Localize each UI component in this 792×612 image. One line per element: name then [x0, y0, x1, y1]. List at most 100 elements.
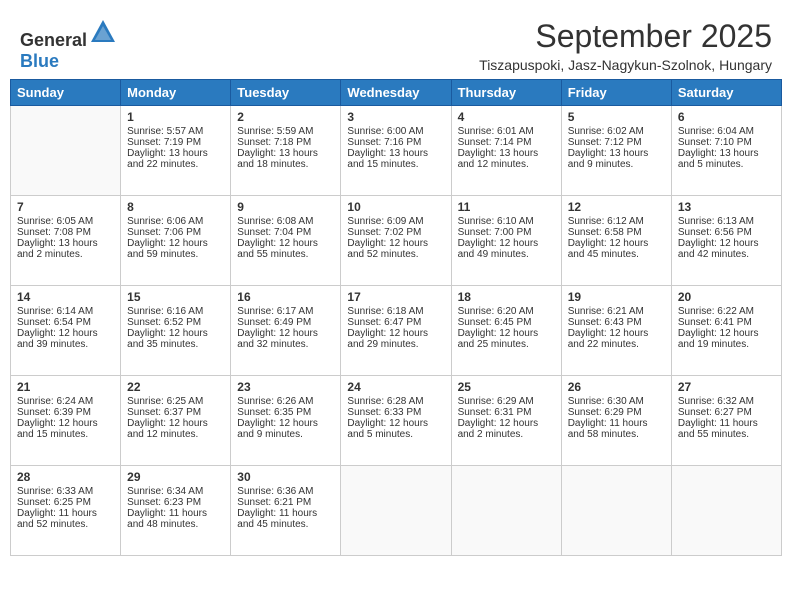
- calendar-cell: 26Sunrise: 6:30 AMSunset: 6:29 PMDayligh…: [561, 376, 671, 466]
- day-info: Daylight: 11 hours: [678, 418, 775, 429]
- day-info: Daylight: 13 hours: [17, 238, 114, 249]
- day-info: Sunset: 6:31 PM: [458, 407, 555, 418]
- calendar-cell: 10Sunrise: 6:09 AMSunset: 7:02 PMDayligh…: [341, 196, 451, 286]
- day-info: Sunset: 6:49 PM: [237, 317, 334, 328]
- day-info: and 49 minutes.: [458, 249, 555, 260]
- day-info: and 15 minutes.: [347, 159, 444, 170]
- day-number: 18: [458, 290, 555, 304]
- logo-general: General: [20, 30, 87, 50]
- day-number: 19: [568, 290, 665, 304]
- day-number: 2: [237, 110, 334, 124]
- day-info: Sunset: 7:14 PM: [458, 137, 555, 148]
- logo-icon: [89, 18, 117, 46]
- calendar-cell: 28Sunrise: 6:33 AMSunset: 6:25 PMDayligh…: [11, 466, 121, 556]
- calendar-cell: 21Sunrise: 6:24 AMSunset: 6:39 PMDayligh…: [11, 376, 121, 466]
- day-info: Sunrise: 6:30 AM: [568, 396, 665, 407]
- calendar-week-4: 21Sunrise: 6:24 AMSunset: 6:39 PMDayligh…: [11, 376, 782, 466]
- day-info: Sunrise: 6:28 AM: [347, 396, 444, 407]
- day-number: 21: [17, 380, 114, 394]
- page-header: General Blue September 2025 Tiszapuspoki…: [10, 10, 782, 73]
- day-info: and 22 minutes.: [127, 159, 224, 170]
- day-info: Sunset: 7:08 PM: [17, 227, 114, 238]
- calendar-cell: [561, 466, 671, 556]
- calendar-cell: 23Sunrise: 6:26 AMSunset: 6:35 PMDayligh…: [231, 376, 341, 466]
- calendar-week-2: 7Sunrise: 6:05 AMSunset: 7:08 PMDaylight…: [11, 196, 782, 286]
- day-info: Sunrise: 6:16 AM: [127, 306, 224, 317]
- day-info: Daylight: 12 hours: [458, 418, 555, 429]
- day-number: 25: [458, 380, 555, 394]
- calendar-header-monday: Monday: [121, 80, 231, 106]
- day-info: Sunrise: 6:33 AM: [17, 486, 114, 497]
- logo-blue: Blue: [20, 51, 59, 71]
- day-info: Daylight: 11 hours: [568, 418, 665, 429]
- calendar-cell: 18Sunrise: 6:20 AMSunset: 6:45 PMDayligh…: [451, 286, 561, 376]
- day-number: 26: [568, 380, 665, 394]
- day-number: 10: [347, 200, 444, 214]
- day-info: Sunrise: 5:57 AM: [127, 126, 224, 137]
- day-info: Sunset: 7:18 PM: [237, 137, 334, 148]
- calendar-header-wednesday: Wednesday: [341, 80, 451, 106]
- day-number: 13: [678, 200, 775, 214]
- calendar-cell: 4Sunrise: 6:01 AMSunset: 7:14 PMDaylight…: [451, 106, 561, 196]
- day-info: Daylight: 12 hours: [458, 238, 555, 249]
- day-info: Daylight: 12 hours: [678, 328, 775, 339]
- day-info: Sunset: 6:58 PM: [568, 227, 665, 238]
- logo-text: General Blue: [20, 18, 117, 72]
- day-info: Daylight: 13 hours: [678, 148, 775, 159]
- day-info: Sunset: 6:25 PM: [17, 497, 114, 508]
- day-info: and 52 minutes.: [347, 249, 444, 260]
- day-number: 3: [347, 110, 444, 124]
- day-info: Sunset: 6:37 PM: [127, 407, 224, 418]
- day-info: Sunset: 7:04 PM: [237, 227, 334, 238]
- day-info: Sunrise: 6:34 AM: [127, 486, 224, 497]
- day-info: Sunrise: 6:13 AM: [678, 216, 775, 227]
- day-info: and 2 minutes.: [458, 429, 555, 440]
- day-info: Daylight: 12 hours: [237, 328, 334, 339]
- day-info: Daylight: 12 hours: [17, 328, 114, 339]
- day-number: 5: [568, 110, 665, 124]
- month-title: September 2025: [479, 18, 772, 55]
- calendar-week-1: 1Sunrise: 5:57 AMSunset: 7:19 PMDaylight…: [11, 106, 782, 196]
- day-number: 1: [127, 110, 224, 124]
- calendar-cell: 11Sunrise: 6:10 AMSunset: 7:00 PMDayligh…: [451, 196, 561, 286]
- day-info: Sunset: 7:06 PM: [127, 227, 224, 238]
- day-info: and 55 minutes.: [237, 249, 334, 260]
- day-number: 14: [17, 290, 114, 304]
- day-info: Sunset: 6:21 PM: [237, 497, 334, 508]
- day-info: and 58 minutes.: [568, 429, 665, 440]
- calendar-header-row: SundayMondayTuesdayWednesdayThursdayFrid…: [11, 80, 782, 106]
- day-info: and 19 minutes.: [678, 339, 775, 350]
- day-number: 23: [237, 380, 334, 394]
- day-info: Sunrise: 6:17 AM: [237, 306, 334, 317]
- day-info: and 48 minutes.: [127, 519, 224, 530]
- day-info: and 42 minutes.: [678, 249, 775, 260]
- day-info: Sunrise: 6:12 AM: [568, 216, 665, 227]
- day-number: 12: [568, 200, 665, 214]
- day-info: and 55 minutes.: [678, 429, 775, 440]
- day-number: 30: [237, 470, 334, 484]
- day-info: Daylight: 11 hours: [127, 508, 224, 519]
- day-info: Sunrise: 6:04 AM: [678, 126, 775, 137]
- calendar-week-5: 28Sunrise: 6:33 AMSunset: 6:25 PMDayligh…: [11, 466, 782, 556]
- calendar-cell: 12Sunrise: 6:12 AMSunset: 6:58 PMDayligh…: [561, 196, 671, 286]
- day-info: and 29 minutes.: [347, 339, 444, 350]
- day-info: and 18 minutes.: [237, 159, 334, 170]
- logo: General Blue: [20, 18, 117, 72]
- day-number: 8: [127, 200, 224, 214]
- calendar-cell: 9Sunrise: 6:08 AMSunset: 7:04 PMDaylight…: [231, 196, 341, 286]
- day-info: and 15 minutes.: [17, 429, 114, 440]
- day-info: Daylight: 12 hours: [347, 328, 444, 339]
- day-info: Sunset: 6:43 PM: [568, 317, 665, 328]
- day-number: 29: [127, 470, 224, 484]
- calendar-cell: 1Sunrise: 5:57 AMSunset: 7:19 PMDaylight…: [121, 106, 231, 196]
- day-number: 16: [237, 290, 334, 304]
- day-info: and 9 minutes.: [237, 429, 334, 440]
- day-info: and 59 minutes.: [127, 249, 224, 260]
- day-info: Sunset: 6:54 PM: [17, 317, 114, 328]
- day-info: Sunrise: 6:14 AM: [17, 306, 114, 317]
- calendar-cell: 30Sunrise: 6:36 AMSunset: 6:21 PMDayligh…: [231, 466, 341, 556]
- day-info: Sunrise: 6:10 AM: [458, 216, 555, 227]
- day-info: Daylight: 12 hours: [347, 238, 444, 249]
- day-number: 11: [458, 200, 555, 214]
- calendar-table: SundayMondayTuesdayWednesdayThursdayFrid…: [10, 79, 782, 556]
